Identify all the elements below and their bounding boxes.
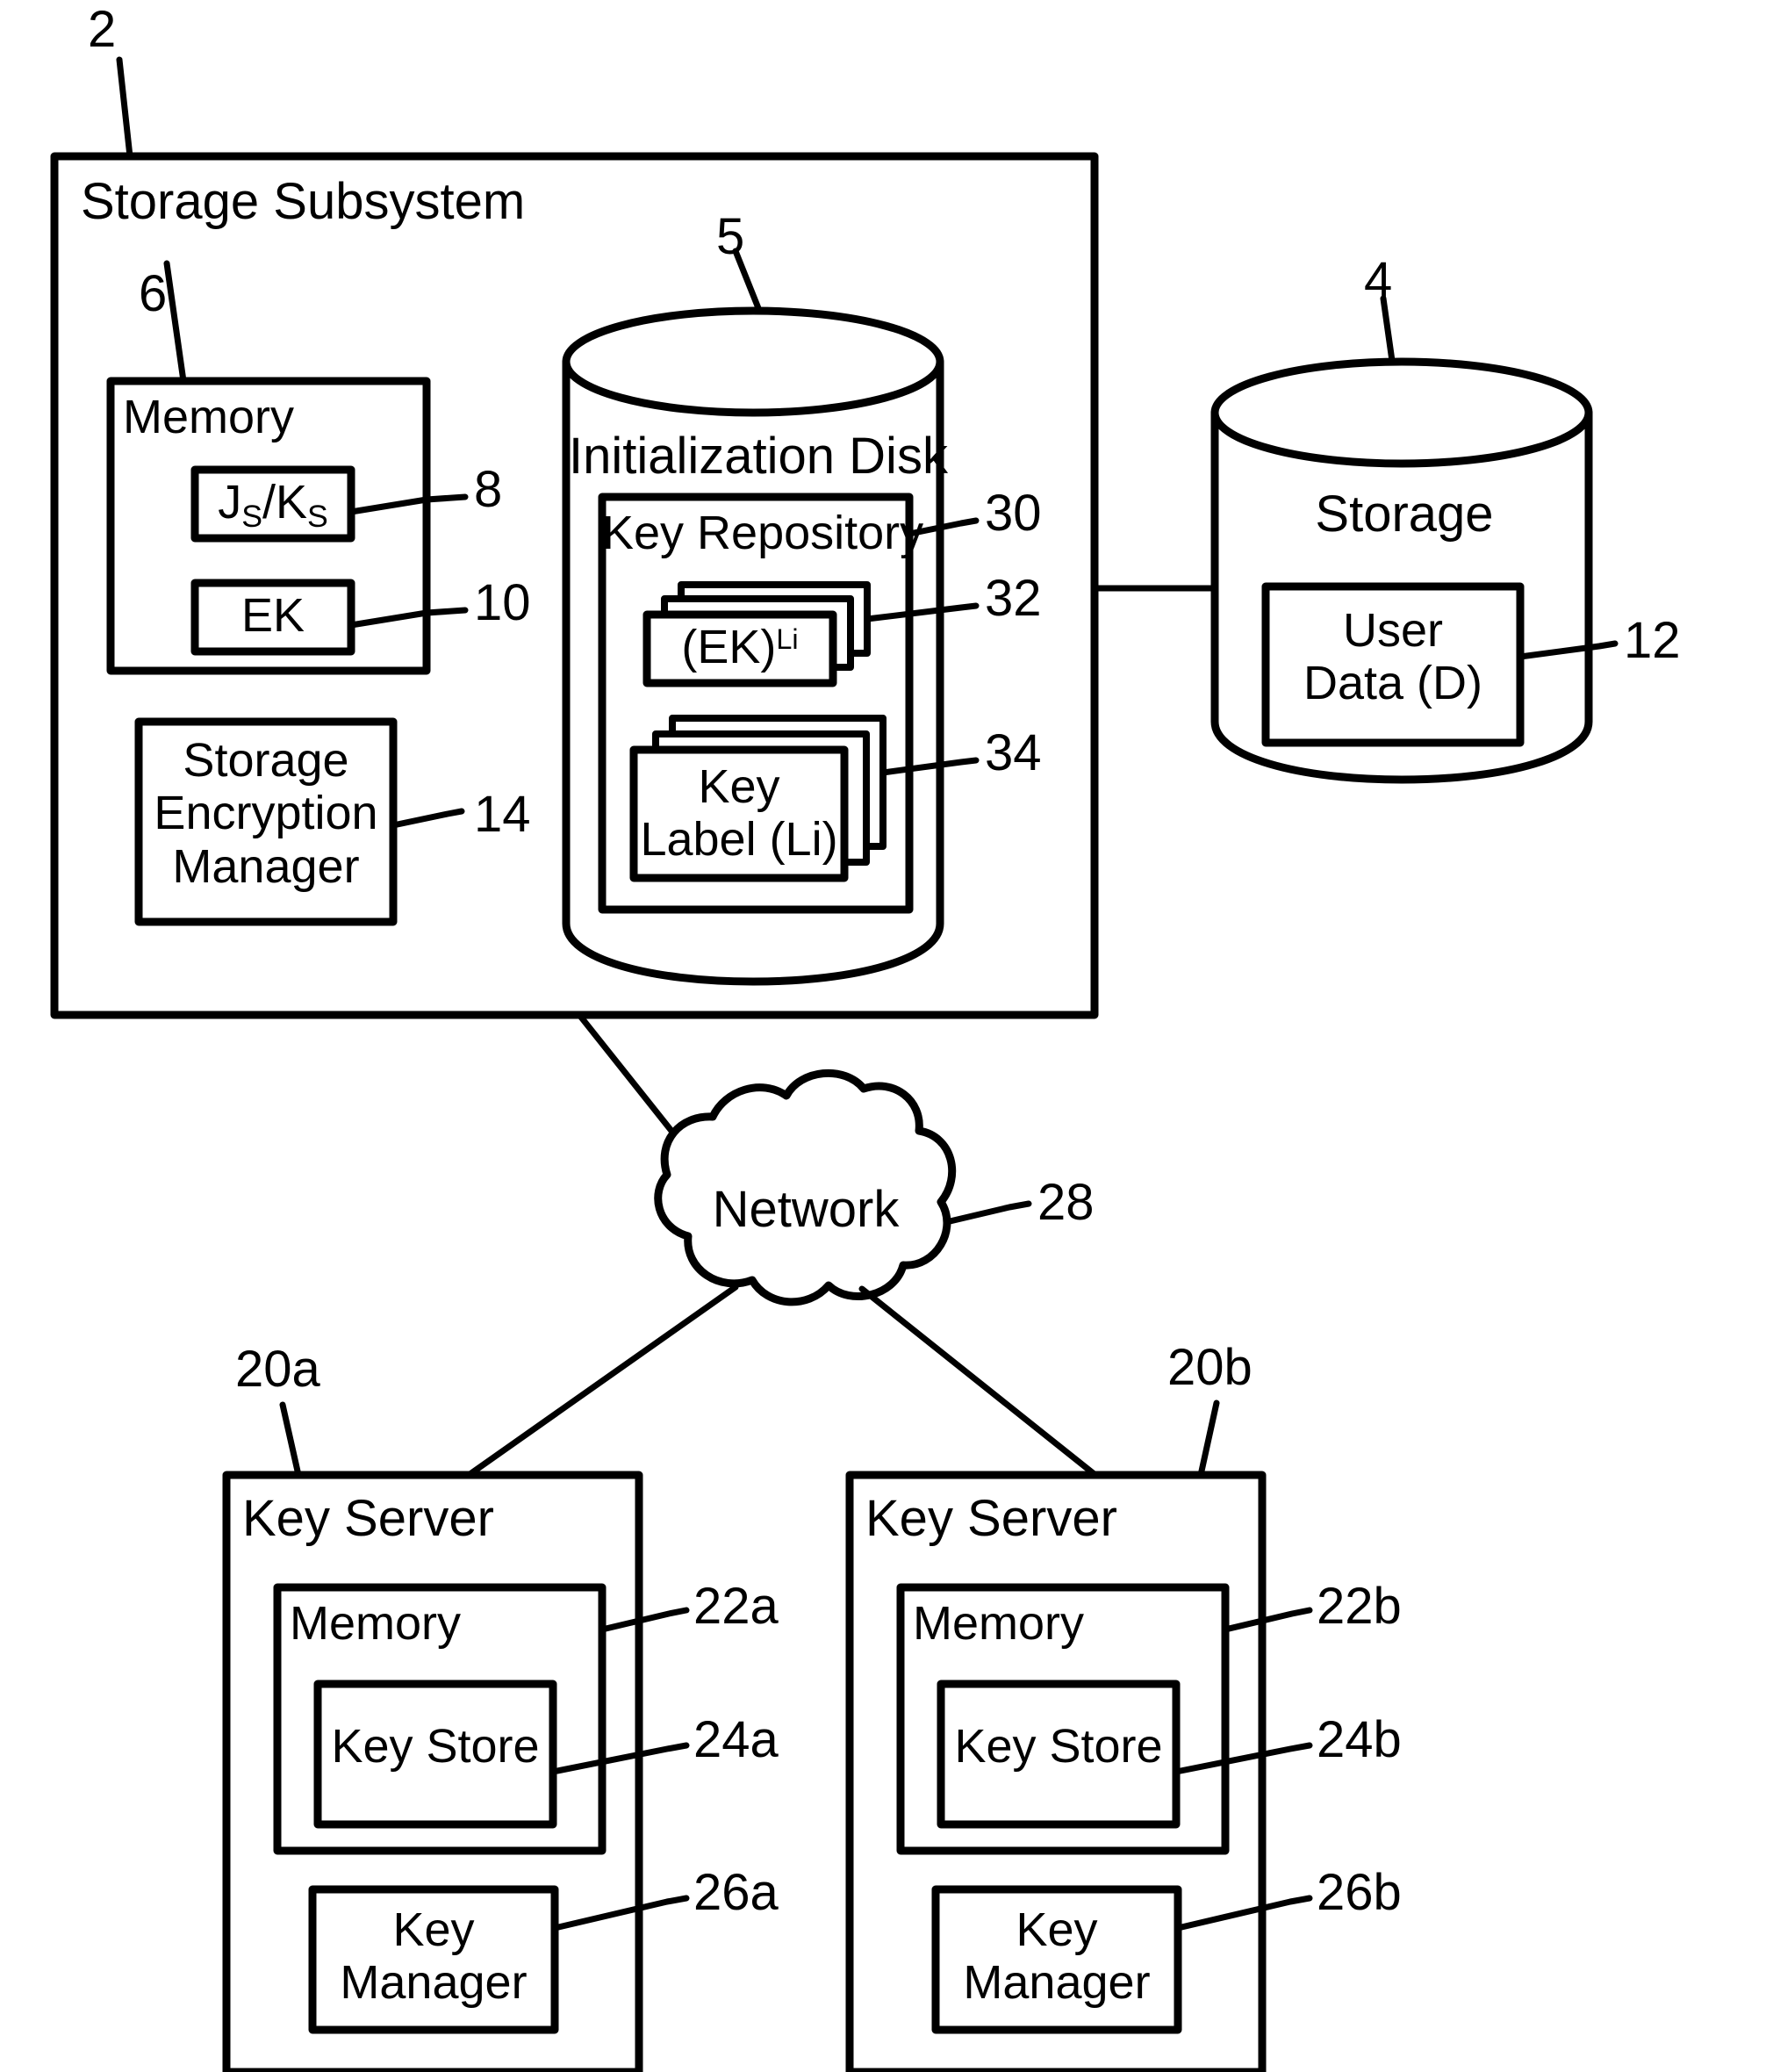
leader-line-22b	[1222, 1607, 1313, 1633]
ref-number-5: 5	[716, 208, 745, 265]
ref-number-12: 12	[1624, 612, 1681, 669]
storage-subsystem-label: Storage Subsystem	[81, 173, 526, 230]
key-repository-label: Key Repository	[602, 507, 924, 559]
leader-line-20b	[1197, 1399, 1220, 1478]
ref-number-20a: 20a	[235, 1341, 320, 1398]
key-store-a-label: Key Store	[331, 1720, 540, 1773]
network-label: Network	[712, 1181, 900, 1238]
leader-line-2	[116, 56, 133, 160]
leader-line-22a	[599, 1607, 690, 1633]
user-data-label: User Data (D)	[1303, 604, 1483, 710]
key-manager-b-label: Key Manager	[963, 1903, 1151, 2010]
leader-line-20a	[279, 1401, 302, 1478]
key-server-b-memory-label: Memory	[913, 1597, 1085, 1650]
storage-cylinder-top	[1210, 357, 1593, 468]
ref-number-14: 14	[474, 786, 531, 843]
ref-number-26a: 26a	[693, 1864, 779, 1921]
key-manager-a-label: Key Manager	[340, 1903, 528, 2010]
storage-encryption-manager-label: Storage Encryption Manager	[154, 734, 378, 893]
ref-number-32: 32	[985, 570, 1042, 627]
ref-number-8: 8	[474, 461, 503, 518]
ref-number-22b: 22b	[1317, 1578, 1402, 1635]
patent-figure: 2 Storage Subsystem 6 Memory JS/KS 8 EK …	[0, 0, 1773, 2072]
initialization-disk-top	[562, 306, 944, 417]
initialization-disk-label: Initialization Disk	[569, 428, 948, 485]
ref-number-2: 2	[88, 1, 117, 58]
ref-number-30: 30	[985, 485, 1042, 542]
ref-number-26b: 26b	[1317, 1864, 1402, 1921]
key-server-a-label: Key Server	[242, 1490, 494, 1547]
leader-line-26a	[551, 1895, 690, 1932]
leader-line-28	[943, 1200, 1032, 1226]
ref-number-24b: 24b	[1317, 1711, 1402, 1768]
key-store-b-label: Key Store	[954, 1720, 1163, 1773]
diagram-vector-layer	[50, 56, 1619, 2072]
ref-number-6: 6	[139, 265, 168, 322]
ref-number-28: 28	[1037, 1174, 1095, 1231]
leader-line-26b	[1174, 1895, 1313, 1932]
key-server-b-label: Key Server	[865, 1490, 1117, 1547]
storage-label: Storage	[1315, 486, 1494, 543]
ref-number-4: 4	[1364, 252, 1393, 309]
connector-network-keyserver-a	[465, 1284, 739, 1478]
key-label-li-label: Key Label (Li)	[640, 760, 838, 867]
ek-li-label: (EK)Li	[681, 621, 799, 673]
ref-number-34: 34	[985, 724, 1042, 781]
key-server-a-memory-label: Memory	[290, 1597, 462, 1650]
js-ks-label: JS/KS	[218, 476, 328, 534]
ref-number-20b: 20b	[1167, 1339, 1253, 1396]
ref-number-10: 10	[474, 574, 531, 631]
ref-number-22a: 22a	[693, 1578, 779, 1635]
connector-network-keyserver-b	[858, 1285, 1099, 1478]
ek-label: EK	[240, 589, 305, 642]
memory-label: Memory	[123, 391, 295, 443]
ref-number-24a: 24a	[693, 1711, 779, 1768]
